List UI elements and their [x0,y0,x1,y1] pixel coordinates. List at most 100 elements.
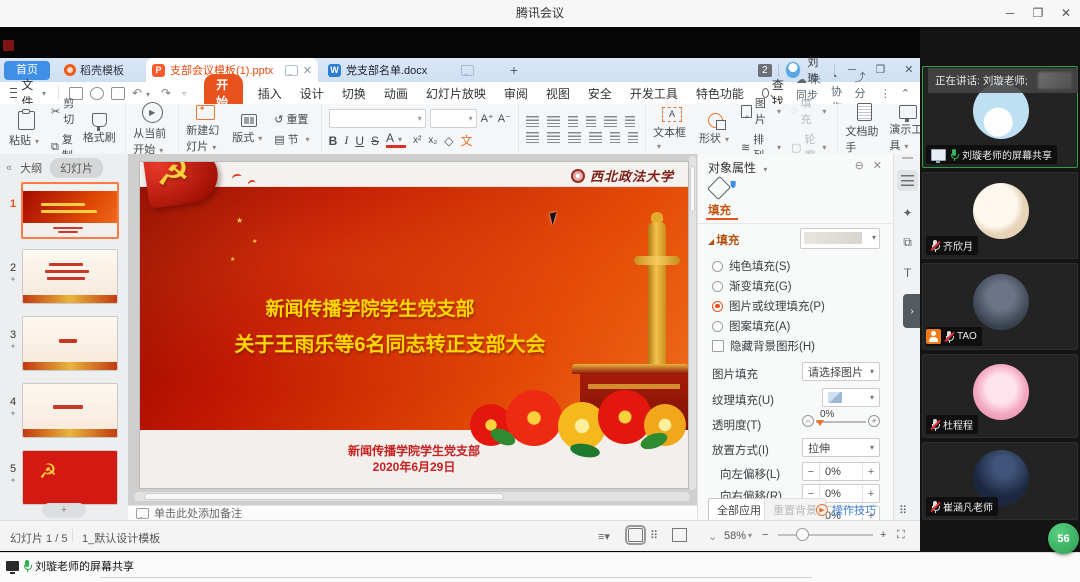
hamburger-icon[interactable] [10,88,17,98]
sharing-status[interactable]: 刘璇老师的屏幕共享 [6,558,134,574]
customize-icon[interactable]: ▿ [182,89,186,98]
properties-strip-icon[interactable] [897,170,918,191]
fill-tab[interactable]: 填充 [708,202,731,218]
slide-thumbnail-3[interactable] [22,316,118,371]
tab-docer[interactable]: 稻壳模板 [56,58,142,82]
slide-thumbnail-2[interactable] [22,249,118,304]
sorter-view-icon[interactable]: ⠿ [650,529,659,542]
zoom-slider[interactable] [778,534,873,536]
zoom-level[interactable]: 58% [724,530,746,542]
reaction-badge[interactable]: 56 [1048,523,1079,554]
superscript-button[interactable]: x² [413,135,421,146]
format-painter-button[interactable]: 格式刷 [80,113,118,145]
paste-button[interactable]: 粘贴▾ [7,111,45,148]
fill-swatch-select[interactable]: ▾ [800,228,880,249]
redo-icon[interactable]: ↷ [161,86,171,100]
italic-button[interactable]: I [344,133,348,148]
bullet-list-icon[interactable] [526,116,539,127]
shapes-strip-icon[interactable]: ⧉ [897,232,918,253]
close-tab-icon[interactable]: ✕ [303,64,312,77]
radio-gradient-fill[interactable]: 渐变填充(G) [712,278,792,294]
text-strip-icon[interactable]: T [897,262,918,283]
zoom-in-icon[interactable]: + [880,529,886,541]
slider-handle[interactable] [816,420,824,430]
picture-fill-select[interactable]: 请选择图片▾ [802,362,880,381]
number-list-icon[interactable] [547,116,560,127]
picture-button[interactable]: 图片▾ [741,95,785,127]
template-name[interactable]: 1_默认设计模板 [82,530,160,546]
doc-assistant-button[interactable]: 文档助手 [845,103,883,155]
outdent-icon[interactable] [568,116,578,127]
normal-view-icon[interactable] [628,528,643,542]
radio-picture-fill[interactable]: 图片或纹理填充(P) [712,298,825,314]
strike-button[interactable]: S [371,134,379,148]
menu-devtools[interactable]: 开发工具 [621,83,687,104]
justify-icon[interactable] [589,132,602,143]
phonetic-button[interactable]: 文 [461,132,473,149]
scrollbar-thumb[interactable] [690,166,695,212]
expand-panel-icon[interactable]: › [903,294,921,328]
collapse-ribbon-icon[interactable]: ⌃ [901,87,910,100]
textbox-button[interactable]: A 文本框▾ [653,107,691,152]
text-direction-icon[interactable] [604,116,617,127]
close-icon[interactable]: ✕ [1052,0,1080,27]
menu-slideshow[interactable]: 幻灯片放映 [417,83,495,104]
decrease-font-button[interactable]: A⁻ [498,112,511,125]
tab-document-docx[interactable]: W 党支部名单.docx [322,58,480,82]
new-slide-button[interactable]: 新建幻灯片▾ [186,105,224,154]
zoom-out-icon[interactable]: − [762,529,768,541]
tab-outline[interactable]: 大纲 [20,160,42,176]
undo-icon[interactable]: ↶▾ [132,86,154,100]
current-slide[interactable]: ★ ★ ★ 新闻传播学院学生党支部 关于王雨乐等6名同志转正支部大会 西北政法大 [140,162,688,488]
menu-design[interactable]: 设计 [291,83,333,104]
participant-tile-duchengcheng[interactable]: 杜程程 [922,354,1078,438]
fit-screen-icon[interactable]: ⛶ [897,529,905,542]
indent-icon[interactable] [586,116,596,127]
font-size-select[interactable]: ▾ [430,109,477,128]
add-slide-button[interactable]: + [42,503,86,518]
comment-icon[interactable] [461,65,474,76]
subscript-button[interactable]: x₂ [428,135,437,146]
pin-icon[interactable]: ⊖ [855,159,864,172]
comment-icon[interactable] [285,65,298,76]
zoom-slider-handle[interactable] [796,528,809,541]
animation-strip-icon[interactable]: ✦ [897,202,918,223]
align-right-icon[interactable] [568,132,581,143]
horizontal-scrollbar[interactable] [134,492,690,501]
slide-title-line1[interactable]: 新闻传播学院学生党支部 [140,294,600,321]
menu-security[interactable]: 安全 [579,83,621,104]
maximize-icon[interactable]: ❐ [1024,0,1052,27]
close-panel-icon[interactable]: ✕ [873,159,882,172]
bold-button[interactable]: B [329,134,338,148]
scrollbar-thumb[interactable] [144,493,504,500]
grid-view-icon[interactable]: ⠿ [899,504,908,517]
slide-thumbnail-4[interactable] [22,383,118,438]
print-icon[interactable] [90,87,104,100]
menu-view[interactable]: 视图 [537,83,579,104]
shapes-button[interactable]: 形状▾ [697,113,735,146]
radio-solid-fill[interactable]: 纯色填充(S) [712,258,790,274]
apply-all-button[interactable]: 全部应用 [708,498,770,522]
collapse-panel-icon[interactable]: « [6,162,12,174]
fill-section-header[interactable]: 填充 [708,232,739,248]
menu-animation[interactable]: 动画 [375,83,417,104]
slide-title-line2[interactable]: 关于王雨乐等6名同志转正支部大会 [140,328,640,357]
reset-button[interactable]: ↺ 重置 [274,111,313,127]
participant-tile-tao[interactable]: TAO [922,263,1078,350]
notes-bar[interactable]: 单击此处添加备注 [128,505,697,520]
participant-tile-qixinyue[interactable]: 齐欣月 [922,172,1078,259]
slide-footer-line2[interactable]: 2020年6月29日 [140,458,688,475]
slide-thumbnail-5[interactable]: ☭ [22,450,118,505]
align-center-icon[interactable] [547,132,560,143]
font-color-button[interactable]: A▾ [386,133,406,148]
new-tab-button[interactable]: + [504,60,524,80]
texture-fill-select[interactable]: ▾ [822,388,880,407]
vertical-scrollbar[interactable] [689,156,696,490]
minimize-icon[interactable]: ─ [996,0,1024,27]
tips-link[interactable]: ▶ 操作技巧 [816,502,876,518]
notes-toggle-icon[interactable]: ≡▾ [598,530,610,543]
section-button[interactable]: ▤ 节▾ [274,131,313,147]
layout-button[interactable]: 版式▾ [230,114,268,145]
checkbox-hide-background[interactable]: 隐藏背景图形(H) [712,338,815,354]
offset-left-stepper[interactable]: −0%+ [802,462,880,481]
